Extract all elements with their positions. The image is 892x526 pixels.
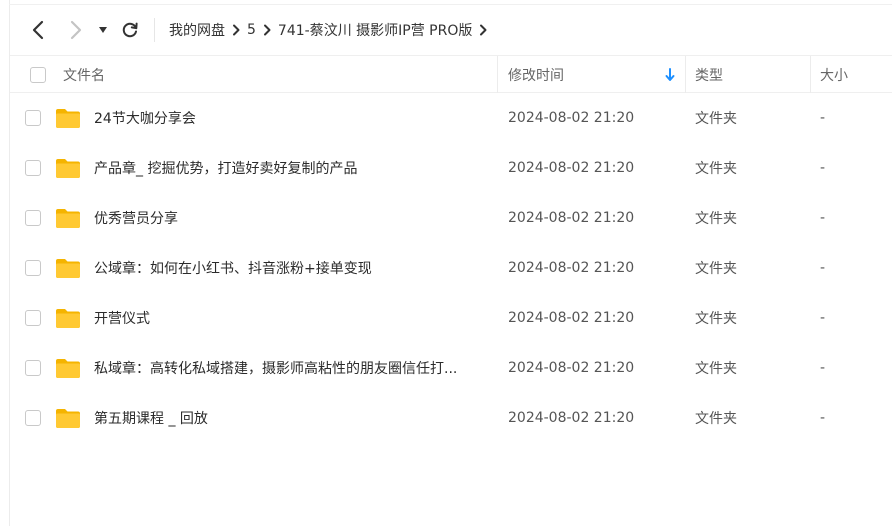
chevron-right-icon[interactable] [472, 22, 494, 38]
file-row[interactable]: 产品章_ 挖掘优势，打造好卖好复制的产品 2024-08-02 21:20 文件夹 - [10, 143, 892, 193]
folder-icon [56, 359, 80, 378]
folder-icon-cell [55, 293, 81, 343]
refresh-button[interactable] [116, 16, 144, 44]
folder-icon [56, 109, 80, 128]
folder-icon-cell [55, 193, 81, 243]
row-checkbox[interactable] [25, 160, 41, 176]
row-checkbox[interactable] [25, 310, 41, 326]
sort-descending-icon [665, 67, 675, 81]
file-type: 文件夹 [695, 311, 737, 327]
folder-icon-cell [55, 243, 81, 293]
row-checkbox-cell [25, 143, 41, 193]
toolbar-divider [154, 18, 155, 42]
folder-icon [56, 309, 80, 328]
row-checkbox[interactable] [25, 260, 41, 276]
file-type: 文件夹 [695, 161, 737, 177]
row-checkbox[interactable] [25, 110, 41, 126]
file-size: - [820, 310, 826, 326]
file-row[interactable]: 优秀营员分享 2024-08-02 21:20 文件夹 - [10, 193, 892, 243]
folder-icon [56, 409, 80, 428]
file-name[interactable]: 开营仪式 [94, 293, 150, 343]
file-size: - [820, 160, 826, 176]
select-all-checkbox-cell [30, 56, 46, 93]
file-modified-time: 2024-08-02 21:20 [508, 160, 635, 176]
folder-icon-cell [55, 93, 81, 143]
column-divider[interactable] [497, 56, 498, 93]
file-size: - [820, 110, 826, 126]
file-row[interactable]: 24节大咖分享会 2024-08-02 21:20 文件夹 - [10, 93, 892, 143]
forward-button[interactable] [62, 16, 90, 44]
file-name[interactable]: 私域章：高转化私域搭建，摄影师高粘性的朋友圈信任打... [94, 343, 457, 393]
column-header-type[interactable]: 类型 [695, 56, 723, 93]
column-header-size[interactable]: 大小 [820, 56, 848, 93]
breadcrumb-item-5[interactable]: 5 [247, 22, 256, 38]
select-all-checkbox[interactable] [30, 66, 46, 83]
file-size: - [820, 210, 826, 226]
folder-icon [56, 159, 80, 178]
file-row[interactable]: 开营仪式 2024-08-02 21:20 文件夹 - [10, 293, 892, 343]
file-size: - [820, 410, 826, 426]
caret-down-icon [99, 27, 107, 33]
row-checkbox-cell [25, 393, 41, 443]
column-header-name[interactable]: 文件名 [63, 56, 105, 93]
chevron-right-icon [256, 22, 278, 38]
file-modified-time: 2024-08-02 21:20 [508, 110, 635, 126]
file-modified-time: 2024-08-02 21:20 [508, 360, 635, 376]
column-divider[interactable] [685, 56, 686, 93]
file-size: - [820, 360, 826, 376]
breadcrumb: 我的网盘 5 741-蔡汶川 摄影师IP营 PRO版 [169, 20, 494, 40]
row-checkbox-cell [25, 343, 41, 393]
file-name[interactable]: 24节大咖分享会 [94, 93, 196, 143]
row-checkbox-cell [25, 93, 41, 143]
folder-icon-cell [55, 343, 81, 393]
refresh-icon [122, 22, 138, 38]
row-checkbox-cell [25, 293, 41, 343]
file-size: - [820, 260, 826, 276]
row-checkbox-cell [25, 243, 41, 293]
file-name[interactable]: 产品章_ 挖掘优势，打造好卖好复制的产品 [94, 143, 357, 193]
history-dropdown-button[interactable] [94, 16, 112, 44]
file-row[interactable]: 私域章：高转化私域搭建，摄影师高粘性的朋友圈信任打... 2024-08-02 2… [10, 343, 892, 393]
file-type: 文件夹 [695, 211, 737, 227]
row-checkbox-cell [25, 193, 41, 243]
file-modified-time: 2024-08-02 21:20 [508, 260, 635, 276]
navigation-toolbar: 我的网盘 5 741-蔡汶川 摄影师IP营 PRO版 [10, 5, 892, 55]
chevron-right-icon [225, 22, 247, 38]
file-row[interactable]: 第五期课程 _ 回放 2024-08-02 21:20 文件夹 - [10, 393, 892, 443]
file-modified-time: 2024-08-02 21:20 [508, 210, 635, 226]
back-button[interactable] [24, 16, 52, 44]
row-checkbox[interactable] [25, 210, 41, 226]
row-checkbox[interactable] [25, 360, 41, 376]
folder-icon-cell [55, 393, 81, 443]
column-header-type-label: 类型 [695, 67, 723, 84]
file-name[interactable]: 第五期课程 _ 回放 [94, 393, 208, 443]
folder-icon [56, 259, 80, 278]
file-modified-time: 2024-08-02 21:20 [508, 410, 635, 426]
breadcrumb-item-current-folder[interactable]: 741-蔡汶川 摄影师IP营 PRO版 [278, 20, 472, 40]
chevron-right-icon [70, 20, 82, 40]
column-header-modified[interactable]: 修改时间 [508, 56, 686, 93]
chevron-left-icon [32, 20, 44, 40]
file-name[interactable]: 公域章：如何在小红书、抖音涨粉+接单变现 [94, 243, 372, 293]
file-list-header: 文件名 修改时间 类型 大小 [10, 55, 892, 93]
file-row[interactable]: 公域章：如何在小红书、抖音涨粉+接单变现 2024-08-02 21:20 文件夹 - [10, 243, 892, 293]
column-divider[interactable] [810, 56, 811, 93]
breadcrumb-item-my-drive[interactable]: 我的网盘 [169, 20, 225, 40]
file-type: 文件夹 [695, 361, 737, 377]
file-modified-time: 2024-08-02 21:20 [508, 310, 635, 326]
row-checkbox[interactable] [25, 410, 41, 426]
column-header-name-label: 文件名 [63, 67, 105, 84]
folder-icon-cell [55, 143, 81, 193]
file-name[interactable]: 优秀营员分享 [94, 193, 178, 243]
column-header-size-label: 大小 [820, 67, 848, 84]
file-type: 文件夹 [695, 261, 737, 277]
folder-icon [56, 209, 80, 228]
file-type: 文件夹 [695, 411, 737, 427]
column-header-modified-label: 修改时间 [508, 67, 564, 84]
file-type: 文件夹 [695, 111, 737, 127]
